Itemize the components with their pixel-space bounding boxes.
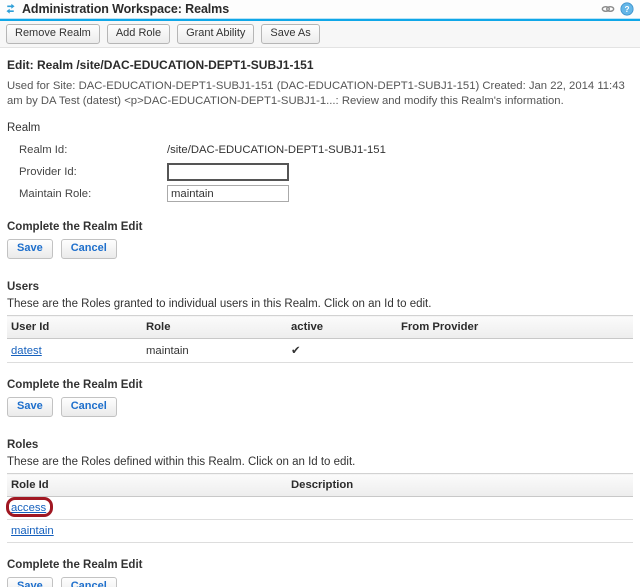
complete-edit-buttons-2: Save Cancel [7, 397, 633, 417]
add-role-button[interactable]: Add Role [106, 24, 171, 44]
cancel-button-1[interactable]: Cancel [60, 239, 117, 259]
user-id-link[interactable]: datest [11, 345, 42, 357]
roles-cell-role-id: access [6, 496, 287, 520]
save-button-2[interactable]: Save [7, 397, 53, 417]
action-toolbar: Remove Realm Add Role Grant Ability Save… [0, 21, 640, 48]
maintain-role-label: Maintain Role: [19, 187, 92, 200]
complete-edit-buttons-1: Save Cancel [7, 239, 633, 259]
table-row: access [6, 496, 633, 520]
users-table-header-row: User Id Role active From Provider [7, 315, 633, 339]
users-section-heading: Users [7, 281, 39, 293]
roles-col-role-id: Role Id [7, 473, 287, 497]
annotated-role-link-wrap: access [6, 497, 53, 517]
realm-id-label: Realm Id: [19, 143, 68, 156]
complete-edit-buttons-3: Save Cancel [7, 577, 633, 587]
save-button-1[interactable]: Save [7, 239, 53, 259]
roles-cell-role-id: maintain [7, 519, 287, 543]
table-row: datest maintain ✔ [7, 338, 633, 363]
realm-form: Realm Id: /site/DAC-EDUCATION-DEPT1-SUBJ… [7, 139, 633, 204]
maintain-role-input[interactable] [167, 185, 289, 202]
realm-section-heading: Realm [7, 122, 41, 134]
realm-id-value: /site/DAC-EDUCATION-DEPT1-SUBJ1-151 [167, 143, 386, 156]
roles-section-subtext: These are the Roles defined within this … [7, 456, 356, 468]
help-question-icon[interactable]: ? [620, 2, 634, 16]
table-row: maintain [7, 519, 633, 543]
provider-id-input[interactable] [167, 162, 289, 181]
role-id-link-maintain[interactable]: maintain [11, 525, 54, 537]
users-table: User Id Role active From Provider datest… [7, 315, 633, 363]
roles-cell-description [287, 519, 633, 543]
complete-edit-heading-3: Complete the Realm Edit [7, 559, 143, 571]
complete-edit-heading-1: Complete the Realm Edit [7, 221, 143, 233]
roles-table: Role Id Description access maintain [6, 473, 633, 543]
realm-id-row: Realm Id: /site/DAC-EDUCATION-DEPT1-SUBJ… [7, 139, 633, 160]
users-cell-user-id: datest [7, 338, 142, 363]
complete-edit-heading-2: Complete the Realm Edit [7, 379, 143, 391]
remove-realm-button[interactable]: Remove Realm [6, 24, 100, 44]
users-cell-from-provider [397, 338, 633, 363]
users-col-from-provider: From Provider [397, 315, 633, 339]
provider-id-label: Provider Id: [19, 165, 77, 178]
page-title: Administration Workspace: Realms [22, 2, 230, 16]
roles-table-header-row: Role Id Description [7, 473, 633, 497]
users-col-role: Role [142, 315, 287, 339]
svg-text:?: ? [624, 4, 629, 14]
maintain-role-row: Maintain Role: [7, 183, 633, 204]
title-right-icons: ? [601, 2, 634, 16]
sync-refresh-icon [4, 3, 17, 16]
page-description: Used for Site: DAC-EDUCATION-DEPT1-SUBJ1… [7, 80, 625, 107]
main-content: Edit: Realm /site/DAC-EDUCATION-DEPT1-SU… [0, 48, 640, 587]
roles-cell-description [287, 496, 633, 520]
users-cell-role: maintain [142, 338, 287, 363]
role-id-link-access[interactable]: access [11, 502, 46, 514]
users-col-active: active [287, 315, 397, 339]
cancel-button-2[interactable]: Cancel [60, 397, 117, 417]
link-chain-icon[interactable] [601, 2, 615, 16]
edit-heading: Edit: Realm /site/DAC-EDUCATION-DEPT1-SU… [7, 58, 314, 72]
cancel-button-3[interactable]: Cancel [60, 577, 117, 587]
title-left-group: Administration Workspace: Realms [4, 2, 229, 16]
provider-id-row: Provider Id: [7, 161, 633, 182]
users-cell-active: ✔ [287, 338, 397, 363]
window-title-bar: Administration Workspace: Realms ? [0, 0, 640, 18]
save-button-3[interactable]: Save [7, 577, 53, 587]
users-col-user-id: User Id [7, 315, 142, 339]
roles-col-description: Description [287, 473, 633, 497]
grant-ability-button[interactable]: Grant Ability [177, 24, 255, 44]
roles-section-heading: Roles [7, 439, 39, 451]
save-as-button[interactable]: Save As [261, 24, 320, 44]
users-section-subtext: These are the Roles granted to individua… [7, 298, 432, 310]
